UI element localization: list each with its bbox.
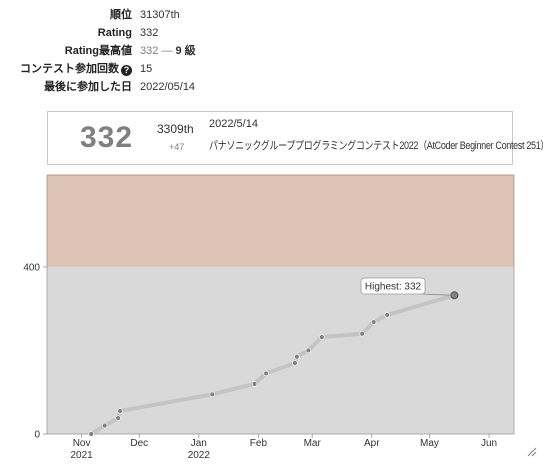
x-tick-year-label: 2021 xyxy=(70,450,93,461)
rating-point[interactable] xyxy=(101,422,108,429)
rating-band-1 xyxy=(47,175,514,267)
y-tick-label: 0 xyxy=(34,430,40,441)
highest-kyu: 9 級 xyxy=(175,45,196,57)
card-contest-name[interactable]: パナソニックグループプログラミングコンテスト2022（AtCoder Begin… xyxy=(209,137,543,153)
rating-point[interactable] xyxy=(319,334,325,340)
stat-value-rating: 332 xyxy=(140,27,159,39)
x-tick-label: Mar xyxy=(304,438,322,449)
x-tick-label: Feb xyxy=(250,438,268,449)
x-tick-label: Nov xyxy=(73,438,91,449)
rating-point[interactable] xyxy=(294,354,300,360)
x-tick-label: Jun xyxy=(481,438,497,449)
contests-label-text: コンテスト参加回数 xyxy=(20,63,119,75)
profile-stats: 順位 31307th Rating 332 Rating最高値 332 — 9 … xyxy=(0,6,300,96)
stat-value-highest: 332 — 9 級 xyxy=(140,42,196,60)
rating-point[interactable] xyxy=(115,415,121,421)
question-circle-icon[interactable]: ? xyxy=(121,65,132,76)
y-tick-label: 400 xyxy=(23,262,40,273)
x-tick-label: Dec xyxy=(130,438,148,449)
stat-row-last: 最後に参加した日 2022/05/14 xyxy=(0,78,300,96)
resize-corner-icon-inner[interactable] xyxy=(531,451,537,457)
stat-value-contests: 15 xyxy=(140,63,153,75)
stat-label-contests: コンテスト参加回数? xyxy=(20,60,132,78)
stat-label-highest: Rating最高値 xyxy=(64,45,132,57)
rating-point[interactable] xyxy=(359,331,365,337)
rating-point[interactable] xyxy=(209,391,215,398)
rating-point[interactable] xyxy=(305,347,312,354)
highest-rating-value: 332 xyxy=(140,45,159,57)
card-rank: 3309th xyxy=(157,122,194,136)
x-tick-year-label: 2022 xyxy=(188,450,211,461)
stat-row-highest: Rating最高値 332 — 9 級 xyxy=(0,42,300,60)
stat-value-last: 2022/05/14 xyxy=(140,81,196,93)
rating-point[interactable] xyxy=(251,381,258,387)
stat-label-last: 最後に参加した日 xyxy=(44,81,132,93)
highest-dash: — xyxy=(161,45,173,57)
x-tick-label: Apr xyxy=(364,438,380,449)
stat-row-rank: 順位 31307th xyxy=(0,6,300,24)
rating-chart-svg[interactable]: 0 400 Nov2021 Dec Jan2022 Feb Mar Apr May Jun High… xyxy=(0,170,543,464)
stat-row-contests: コンテスト参加回数? 15 xyxy=(0,60,300,78)
stat-label-rating: Rating xyxy=(97,27,132,39)
card-date: 2022/5/14 xyxy=(209,118,258,130)
rating-chart[interactable]: 0 400 Nov 2021 Dec Jan 2022 Feb Mar Apr May Jun High… xyxy=(0,170,543,464)
card-rating-diff: +47 xyxy=(169,142,185,152)
resize-corner-icon[interactable] xyxy=(527,447,537,457)
rating-band-0 xyxy=(47,266,514,434)
rating-point[interactable] xyxy=(263,370,269,377)
stat-row-rating: Rating 332 xyxy=(0,24,300,42)
rating-point[interactable] xyxy=(117,408,123,414)
x-tick-label: Jan xyxy=(191,438,207,449)
rating-status-card: 332 3309th +47 2022/5/14 パナソニックグループプログラミ… xyxy=(47,111,543,165)
stat-value-rank: 31307th xyxy=(140,9,180,21)
stat-label-rank: 順位 xyxy=(110,9,132,21)
rating-point[interactable] xyxy=(88,431,94,437)
card-rating: 332 xyxy=(80,121,134,154)
rating-point[interactable] xyxy=(384,312,390,318)
highest-annotation-text: Highest: 332 xyxy=(365,282,422,293)
rating-point[interactable] xyxy=(292,360,298,366)
x-tick-label: May xyxy=(420,438,439,449)
rating-point[interactable] xyxy=(371,319,377,325)
